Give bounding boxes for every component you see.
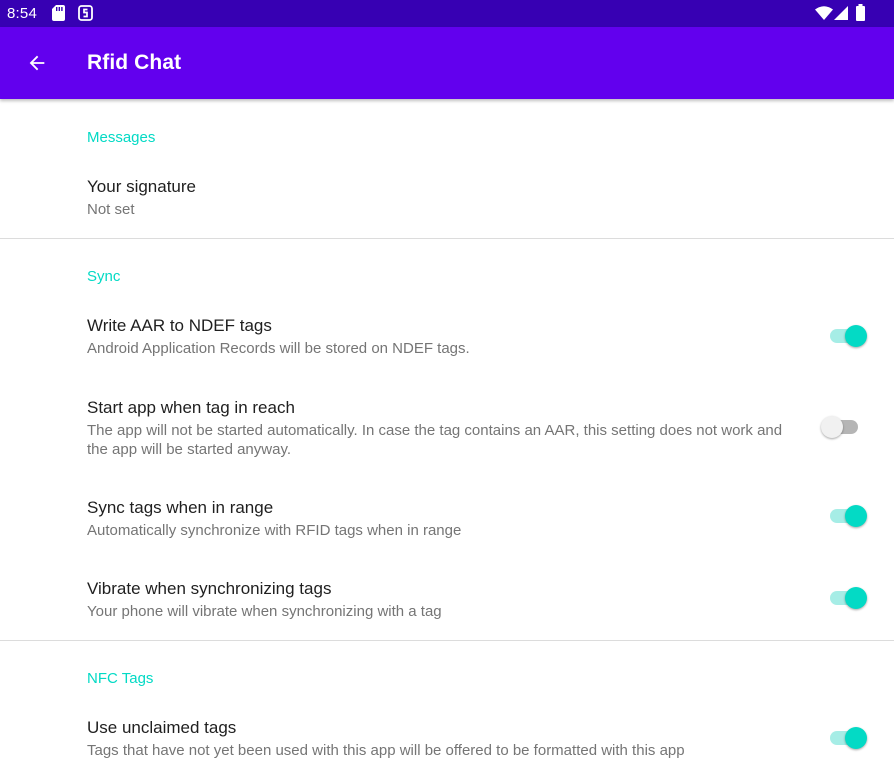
divider <box>0 640 894 641</box>
category-messages: Messages <box>87 129 156 146</box>
pref-title: Start app when tag in reach <box>87 398 295 417</box>
pref-vibrate[interactable]: Vibrate when synchronizing tags Your pho… <box>0 578 894 622</box>
pref-summary: Your phone will vibrate when synchronizi… <box>87 603 442 620</box>
write-aar-switch[interactable] <box>827 322 867 350</box>
battery-icon <box>856 4 865 21</box>
sd-card-icon <box>52 5 65 21</box>
pref-unclaimed-tags[interactable]: Use unclaimed tags Tags that have not ye… <box>0 717 894 761</box>
divider <box>0 238 894 239</box>
pref-summary: Android Application Records will be stor… <box>87 340 470 357</box>
pref-title: Use unclaimed tags <box>87 718 237 737</box>
start-app-switch[interactable] <box>821 413 861 441</box>
status-bar: 8:54 <box>0 0 894 27</box>
switch-thumb <box>845 505 867 527</box>
status-time: 8:54 <box>7 5 37 22</box>
notification-icon <box>78 5 93 21</box>
pref-summary: The app will not be started automaticall… <box>87 422 783 458</box>
pref-summary: Not set <box>87 201 135 218</box>
pref-title: Your signature <box>87 177 197 196</box>
page-title: Rfid Chat <box>87 51 182 74</box>
unclaimed-tags-switch[interactable] <box>827 724 867 752</box>
switch-thumb <box>845 727 867 749</box>
pref-title: Vibrate when synchronizing tags <box>87 579 332 598</box>
pref-summary: Automatically synchronize with RFID tags… <box>87 522 462 539</box>
pref-title: Sync tags when in range <box>87 498 274 517</box>
pref-start-app[interactable]: Start app when tag in reach The app will… <box>0 397 894 459</box>
app-bar: Rfid Chat <box>0 27 894 99</box>
category-nfc-tags: NFC Tags <box>87 670 154 687</box>
settings-list: Messages Your signature Not set Sync Wri… <box>0 99 894 779</box>
switch-thumb <box>845 587 867 609</box>
wifi-icon <box>815 6 833 20</box>
pref-write-aar[interactable]: Write AAR to NDEF tags Android Applicati… <box>0 315 894 359</box>
arrow-back-icon <box>29 55 45 71</box>
pref-summary: Tags that have not yet been used with th… <box>87 742 685 759</box>
switch-thumb <box>821 416 843 438</box>
switch-thumb <box>845 325 867 347</box>
sync-tags-switch[interactable] <box>827 502 867 530</box>
back-button[interactable] <box>13 39 61 87</box>
category-sync: Sync <box>87 268 121 285</box>
cell-signal-icon <box>834 6 848 20</box>
pref-title: Write AAR to NDEF tags <box>87 316 272 335</box>
pref-sync-tags[interactable]: Sync tags when in range Automatically sy… <box>0 497 894 541</box>
pref-your-signature[interactable]: Your signature Not set <box>0 176 894 218</box>
vibrate-switch[interactable] <box>827 584 867 612</box>
